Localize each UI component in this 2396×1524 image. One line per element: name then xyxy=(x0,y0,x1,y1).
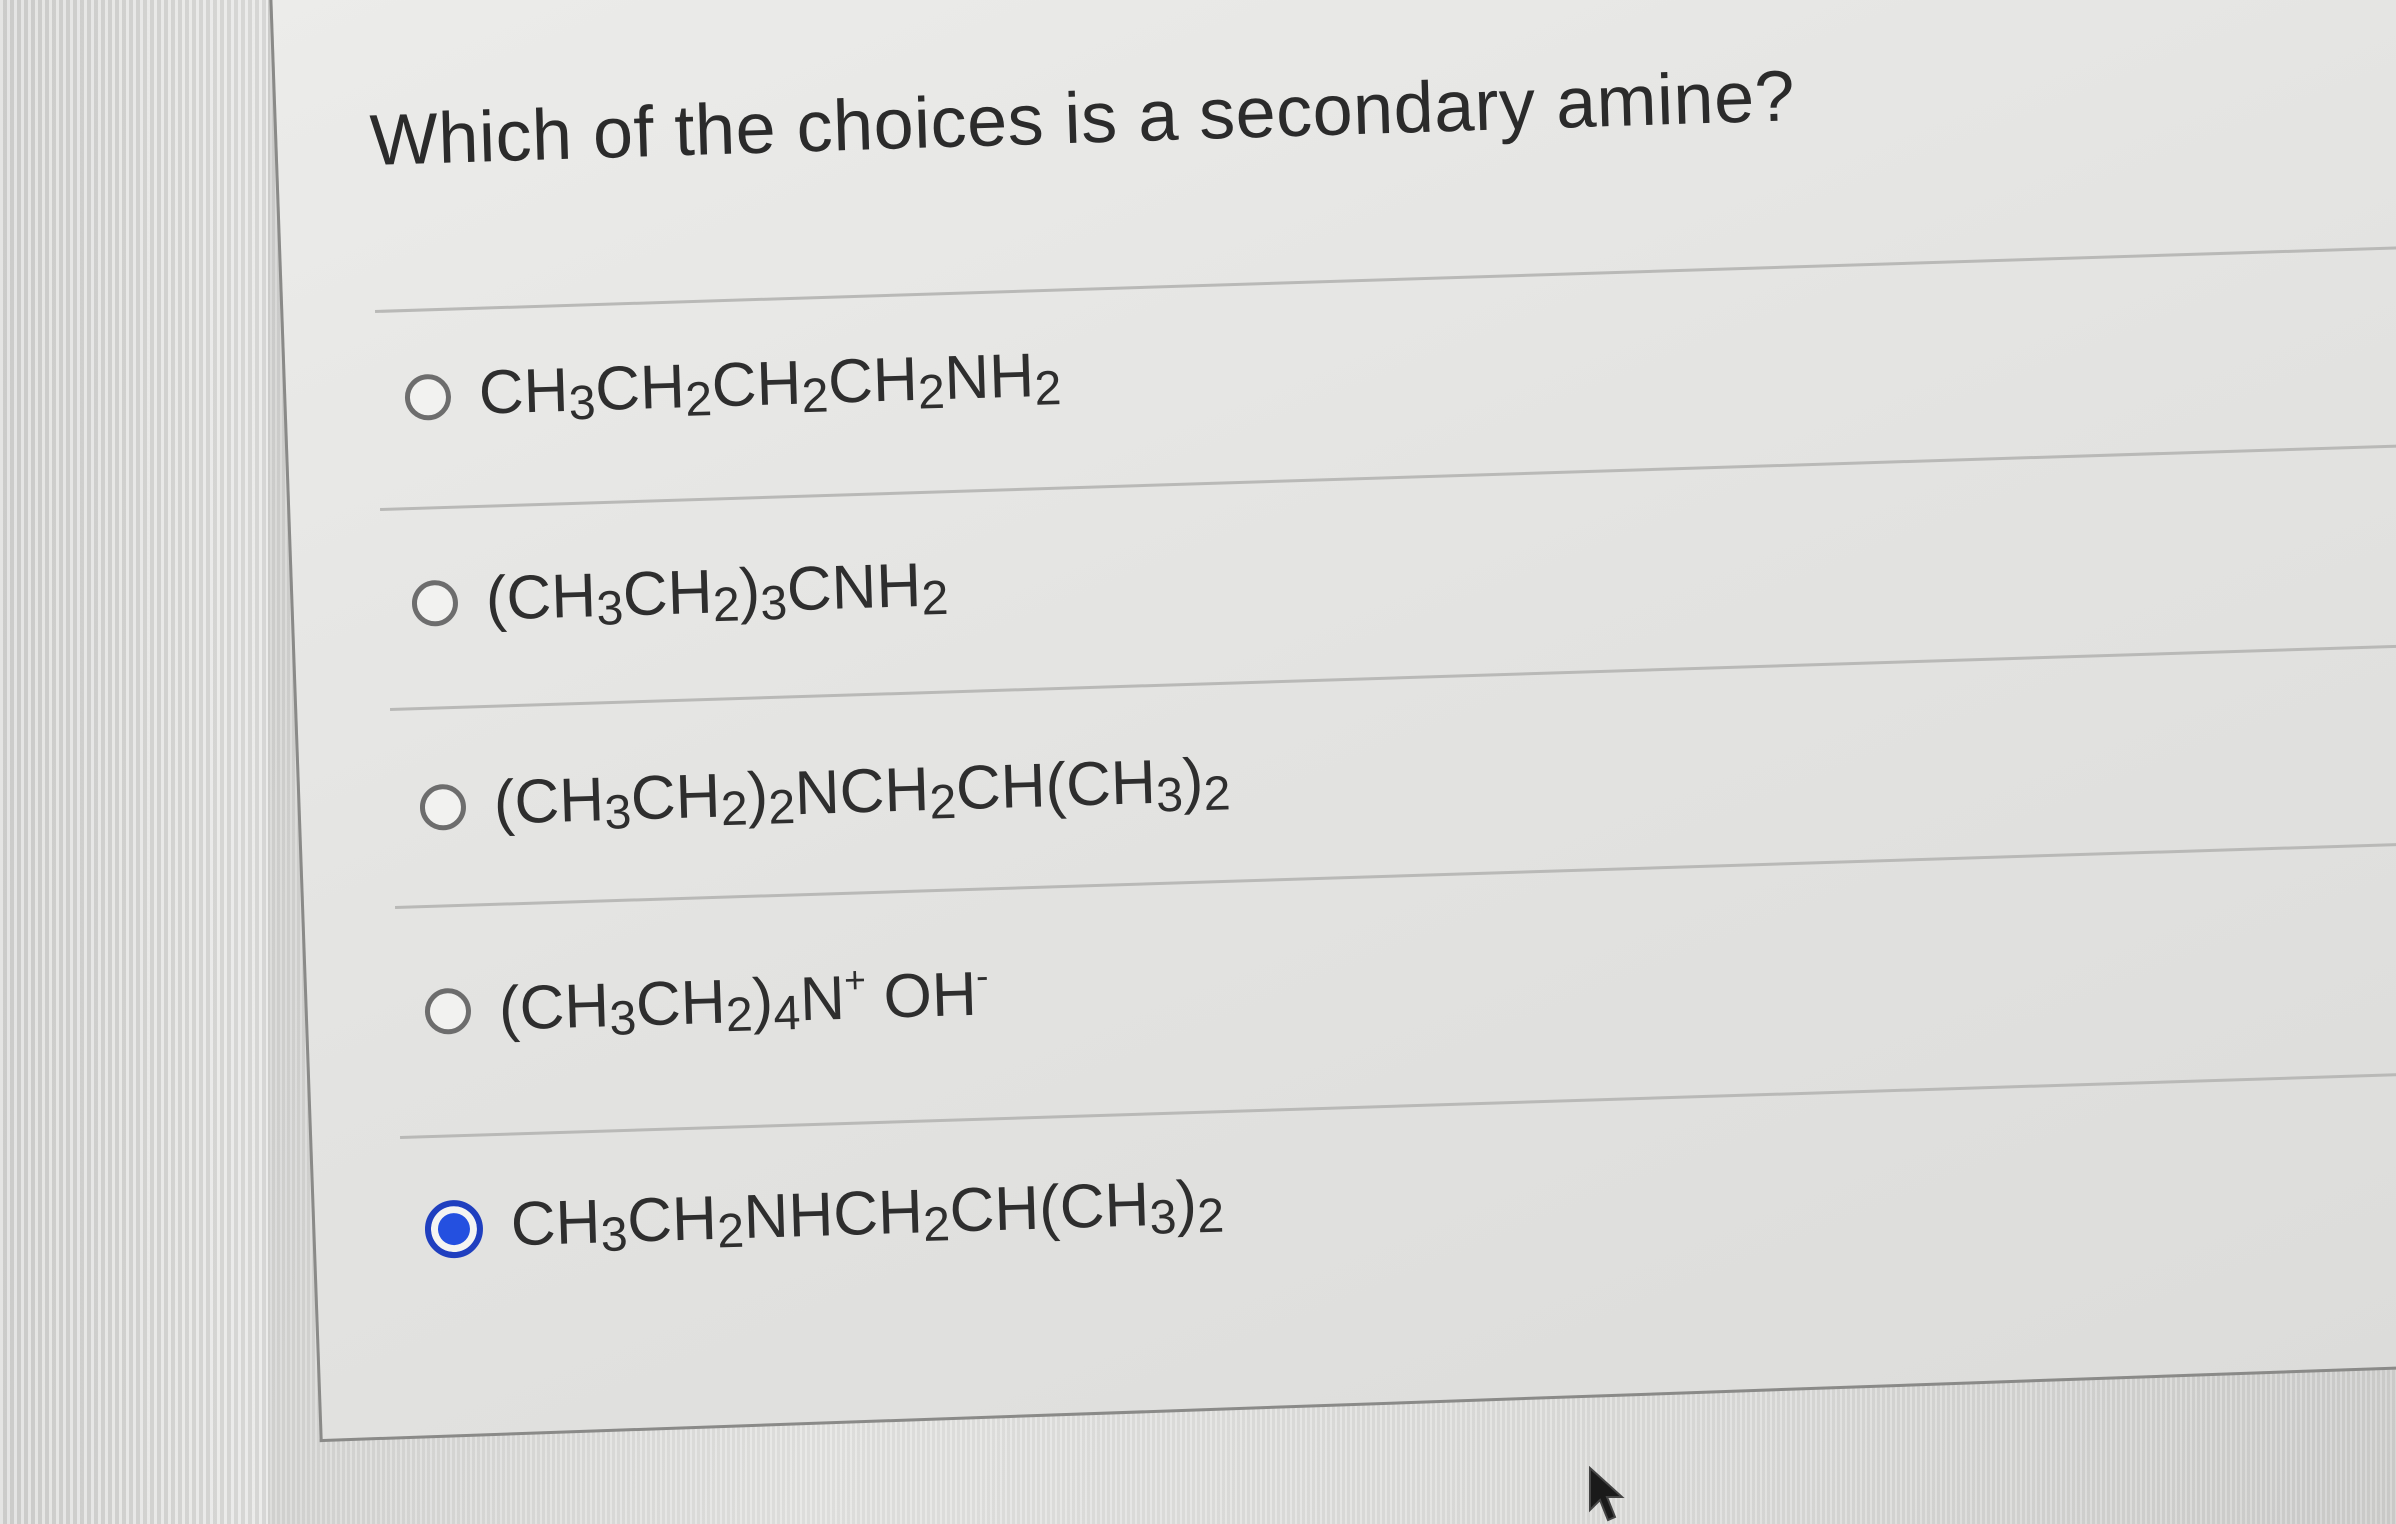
formula-text: CH xyxy=(634,967,727,1040)
formula-text: CH xyxy=(626,1183,718,1256)
formula-text: CH xyxy=(629,761,722,834)
formula-subscript: 2 xyxy=(1202,766,1232,822)
formula-subscript: 3 xyxy=(595,581,625,636)
formula-subscript: 2 xyxy=(767,779,797,835)
formula-subscript: 3 xyxy=(599,1207,629,1263)
formula-text: (CH xyxy=(497,971,611,1044)
formula-text: CH xyxy=(827,344,919,417)
formula-text: NH xyxy=(943,341,1036,414)
formula-text: ) xyxy=(751,966,775,1036)
formula-text: CH xyxy=(509,1187,602,1260)
formula-subscript: 2 xyxy=(920,570,950,626)
choice-formula: (CH3CH2)4N+ OH- xyxy=(498,954,991,1050)
formula-text: CH xyxy=(594,352,686,425)
photo-background: Which of the choices is a secondary amin… xyxy=(0,0,2396,1524)
formula-text: NHCH xyxy=(742,1177,924,1252)
formula-text: ) xyxy=(738,556,762,626)
formula-subscript: 2 xyxy=(800,368,830,424)
formula-text: CH(CH xyxy=(948,1170,1151,1246)
formula-text: ) xyxy=(1175,1168,1198,1239)
formula-subscript: 2 xyxy=(725,987,754,1043)
formula-subscript: 2 xyxy=(716,1203,745,1259)
formula-text: ) xyxy=(1181,746,1205,817)
radio-button[interactable] xyxy=(419,783,467,832)
formula-text: N xyxy=(798,963,846,1035)
formula-subscript: 2 xyxy=(917,364,946,420)
formula-text: (CH xyxy=(492,765,606,838)
formula-text: (CH xyxy=(484,561,598,634)
radio-button[interactable] xyxy=(411,579,459,628)
left-margin xyxy=(0,0,268,1524)
formula-subscript: 2 xyxy=(1033,361,1063,416)
formula-text: CH xyxy=(477,355,570,428)
formula-subscript: 3 xyxy=(759,575,789,631)
formula-superscript: - xyxy=(975,954,990,997)
formula-subscript: 2 xyxy=(684,372,713,427)
formula-subscript: 2 xyxy=(720,781,749,837)
formula-subscript: 3 xyxy=(567,375,597,431)
formula-subscript: 3 xyxy=(608,991,638,1046)
formula-text: NCH xyxy=(793,755,931,829)
formula-text: ) xyxy=(746,760,770,830)
formula-text: CH xyxy=(621,557,714,630)
radio-button[interactable] xyxy=(424,987,472,1036)
formula-text: CH xyxy=(710,348,803,421)
radio-button[interactable] xyxy=(404,373,452,422)
formula-superscript: + xyxy=(843,958,867,1001)
formula-subscript: 2 xyxy=(928,774,958,830)
formula-subscript: 3 xyxy=(1155,767,1184,823)
formula-subscript: 4 xyxy=(772,985,802,1041)
formula-subscript: 2 xyxy=(922,1197,951,1253)
formula-text: OH xyxy=(865,959,978,1033)
formula-subscript: 2 xyxy=(1196,1188,1225,1244)
mouse-pointer-icon xyxy=(1589,1466,1625,1522)
formula-subscript: 2 xyxy=(712,577,741,633)
radio-button-selected[interactable] xyxy=(424,1199,484,1260)
formula-subscript: 3 xyxy=(1148,1190,1178,1245)
formula-text: CH(CH xyxy=(954,747,1157,824)
choice-formula: (CH3CH2)3CNH2 xyxy=(485,549,950,640)
formula-subscript: 3 xyxy=(603,785,633,840)
formula-text: CNH xyxy=(785,551,923,625)
